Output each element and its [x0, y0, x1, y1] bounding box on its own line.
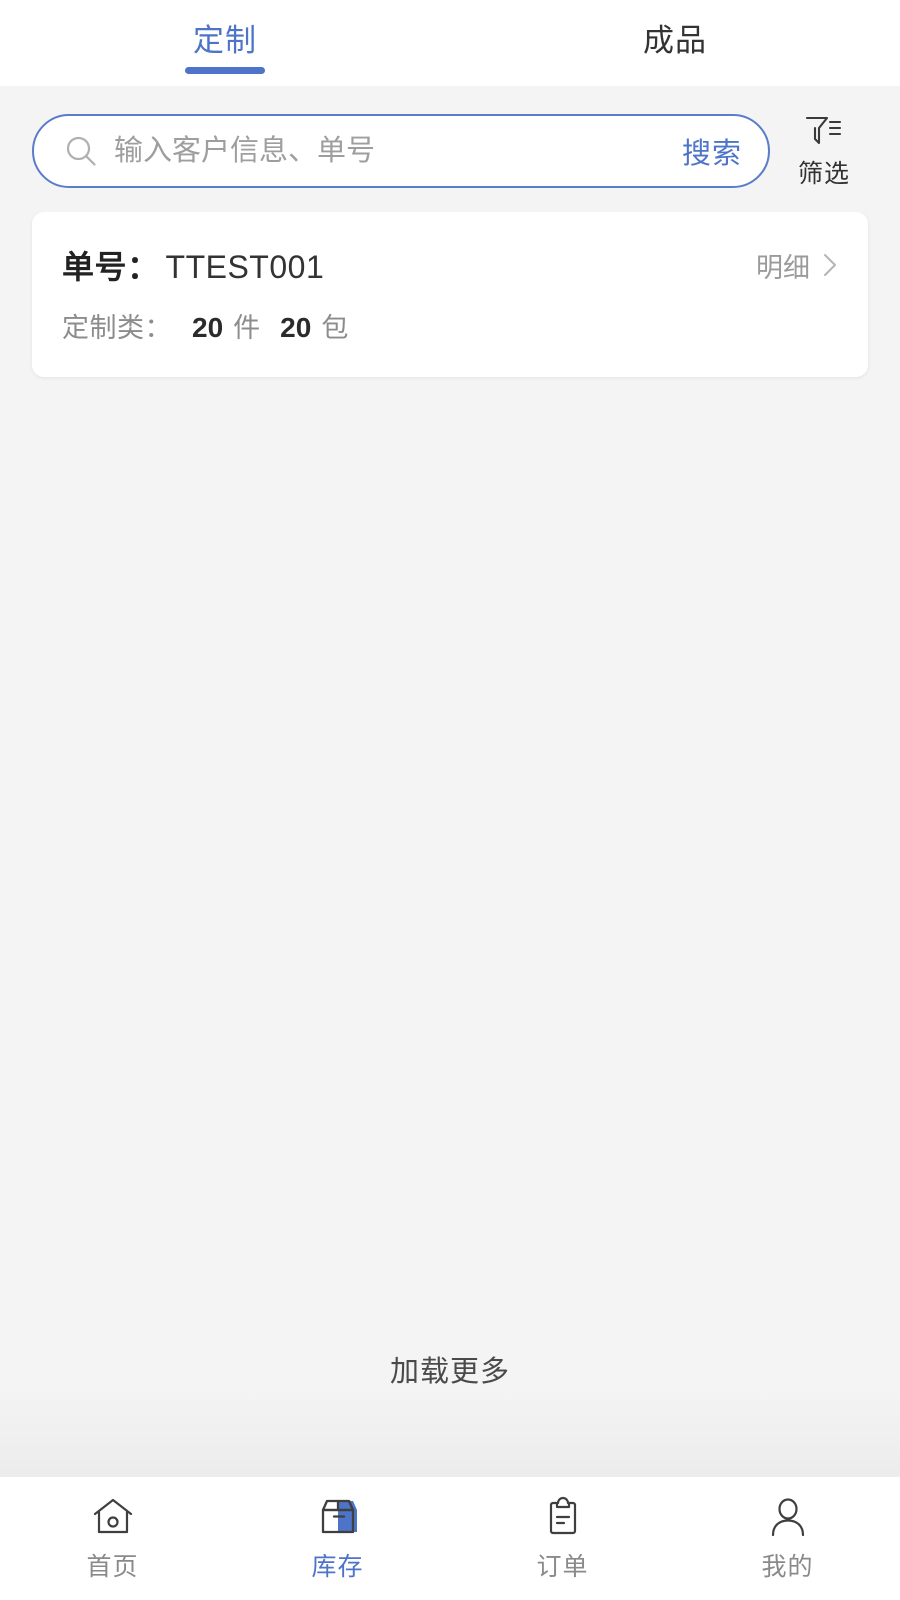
- filter-label: 筛选: [797, 160, 850, 188]
- load-more-area: 加载更多: [0, 1326, 900, 1476]
- search-submit-button[interactable]: 搜索: [672, 130, 742, 172]
- nav-item-profile[interactable]: 我的: [675, 1493, 900, 1583]
- chevron-right-icon: [822, 252, 838, 278]
- order-number-label: 单号：: [62, 249, 160, 285]
- load-more-button[interactable]: 加载更多: [390, 1348, 510, 1390]
- packages-count: 20: [280, 312, 312, 343]
- nav-item-orders[interactable]: 订单: [450, 1493, 675, 1583]
- order-number-value: TTEST001: [165, 249, 325, 285]
- search-box[interactable]: 搜索: [32, 114, 770, 188]
- search-row: 搜索 筛选: [0, 86, 900, 212]
- pieces-unit: 件: [233, 313, 261, 343]
- tab-custom[interactable]: 定制: [0, 0, 450, 86]
- order-number-group: 单号： TTEST001: [62, 242, 324, 288]
- order-list: 单号： TTEST001 明细 定制类： 20 件 20 包 加载更多: [0, 212, 900, 1476]
- detail-link[interactable]: 明细: [756, 246, 838, 285]
- nav-item-inventory[interactable]: 库存: [225, 1493, 450, 1583]
- clipboard-icon: [540, 1493, 586, 1539]
- packages-unit: 包: [321, 313, 349, 343]
- tab-inactive-indicator: [635, 67, 715, 74]
- pieces-count: 20: [192, 312, 224, 343]
- nav-item-inventory-label: 库存: [311, 1553, 364, 1581]
- tab-active-indicator: [185, 67, 265, 74]
- nav-item-home[interactable]: 首页: [0, 1493, 225, 1583]
- nav-item-profile-label: 我的: [761, 1553, 814, 1581]
- category-label: 定制类：: [62, 313, 172, 343]
- filter-button[interactable]: 筛选: [776, 112, 872, 190]
- list-item[interactable]: 单号： TTEST001 明细 定制类： 20 件 20 包: [32, 212, 868, 377]
- top-tab-bar: 定制 成品: [0, 0, 900, 86]
- app-root: 定制 成品 搜索: [0, 0, 900, 1600]
- tab-custom-label: 定制: [193, 23, 257, 58]
- nav-item-orders-label: 订单: [536, 1553, 589, 1581]
- nav-item-home-label: 首页: [86, 1553, 139, 1581]
- card-header-row: 单号： TTEST001 明细: [62, 242, 838, 288]
- search-icon: [64, 134, 98, 168]
- card-summary-row: 定制类： 20 件 20 包: [62, 306, 838, 345]
- box-icon: [315, 1493, 361, 1539]
- bottom-nav-bar: 首页 库存 订单 我的: [0, 1476, 900, 1600]
- tab-finished[interactable]: 成品: [450, 0, 900, 86]
- person-icon: [765, 1493, 811, 1539]
- search-input[interactable]: [114, 116, 672, 186]
- home-icon: [90, 1493, 136, 1539]
- tab-finished-label: 成品: [643, 23, 707, 58]
- detail-link-label: 明细: [756, 252, 810, 283]
- filter-icon: [804, 112, 844, 148]
